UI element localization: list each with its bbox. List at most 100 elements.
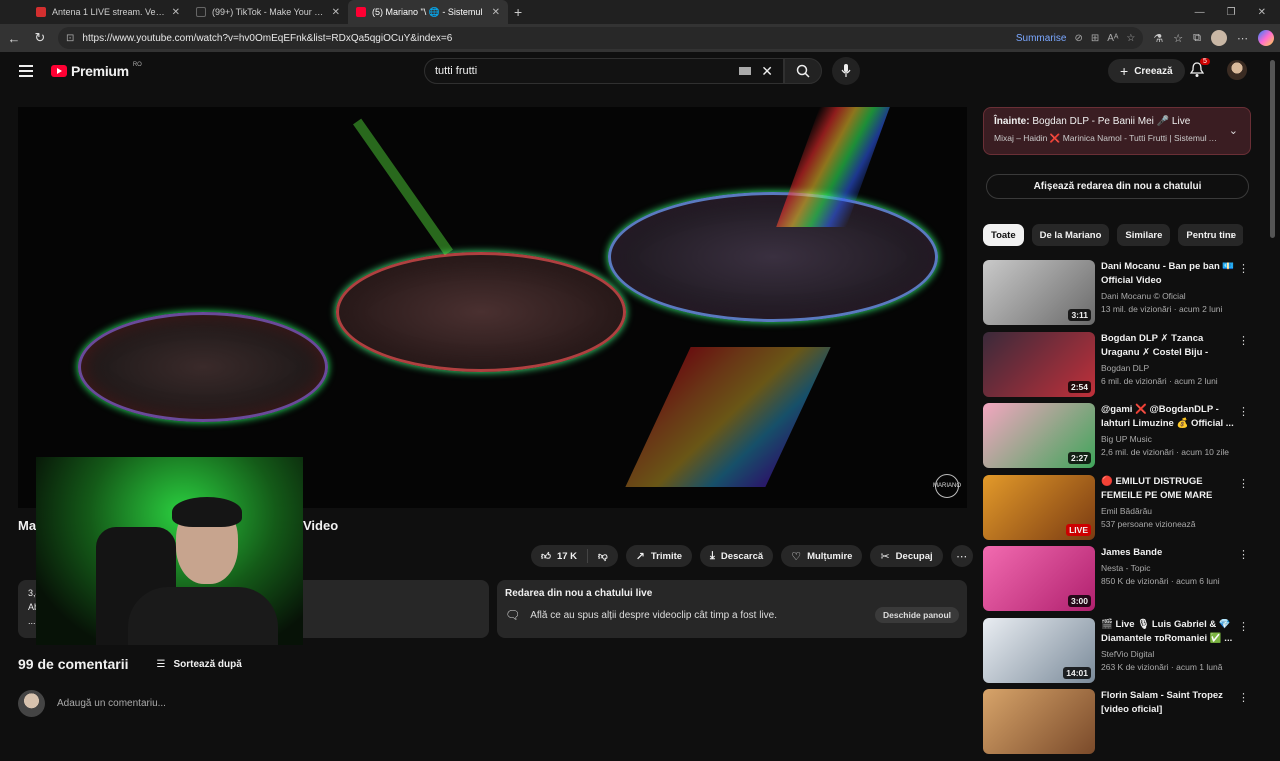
- like-button[interactable]: 👍︎ 17 K: [531, 549, 589, 563]
- video-thumbnail[interactable]: 2:54: [983, 331, 1095, 397]
- youtube-logo[interactable]: Premium RO: [51, 62, 142, 79]
- search-input[interactable]: tutti frutti ✕: [424, 58, 784, 84]
- create-button[interactable]: + Creează: [1108, 59, 1185, 83]
- recommendation-channel[interactable]: Bogdan DLP: [1101, 363, 1236, 373]
- back-icon[interactable]: ←: [6, 31, 22, 46]
- more-actions-button[interactable]: ⋯: [950, 545, 973, 567]
- video-player[interactable]: MARIANO: [18, 107, 967, 508]
- video-thumbnail[interactable]: 3:11: [983, 260, 1095, 325]
- video-thumbnail[interactable]: [983, 689, 1095, 754]
- chevron-down-icon[interactable]: ⌄: [1229, 124, 1238, 137]
- comment-count: 99 de comentarii: [18, 656, 129, 672]
- keyboard-icon[interactable]: [739, 67, 752, 75]
- recommendation-channel[interactable]: Big UP Music: [1101, 434, 1236, 444]
- browser-tab-0[interactable]: Antena 1 LIVE stream. Vezi online ✕: [28, 0, 188, 24]
- download-label: Descarcă: [720, 550, 764, 562]
- tab-close-icon[interactable]: ✕: [492, 7, 500, 18]
- collections-icon[interactable]: ⧉: [1193, 32, 1201, 45]
- thanks-button[interactable]: ♡ Mulțumire: [781, 545, 863, 567]
- youtube-header: Premium RO tutti frutti ✕ + Creează 5: [0, 52, 1280, 92]
- account-avatar[interactable]: [1227, 60, 1247, 80]
- sort-button[interactable]: ☰ Sortează după: [157, 659, 242, 670]
- recommendation-channel[interactable]: StefVio Digital: [1101, 649, 1236, 659]
- zoom-icon[interactable]: Aᴬ: [1107, 33, 1118, 44]
- browser-tab-2[interactable]: (5) Mariano "\ 🌐 - Sistemul ✕: [348, 0, 508, 24]
- chip-similar[interactable]: Similare: [1117, 224, 1171, 246]
- extensions-icon[interactable]: ⚗: [1153, 32, 1163, 45]
- share-button[interactable]: ↗ Trimite: [625, 545, 693, 567]
- channel-watermark[interactable]: MARIANO: [933, 474, 961, 498]
- more-options-icon[interactable]: ⋮: [1238, 405, 1249, 418]
- url-field[interactable]: ⊡ https://www.youtube.com/watch?v=hv0OmE…: [58, 27, 1144, 49]
- recommendations-list: 3:11 Dani Mocanu - Ban pe ban 💶 Official …: [983, 260, 1253, 761]
- add-comment-input[interactable]: Adaugă un comentariu...: [57, 698, 166, 709]
- recommendation-item[interactable]: 14:01 🎬 Live 🎙 Luis Gabriel & 💎 Diamantel…: [983, 617, 1253, 690]
- download-button[interactable]: ⤓ Descarcă: [700, 545, 774, 567]
- voice-search-button[interactable]: [832, 57, 860, 85]
- copilot-icon[interactable]: [1258, 30, 1274, 46]
- open-panel-button[interactable]: Deschide panoul: [874, 607, 959, 623]
- recommendation-meta: 537 persoane vizionează: [1101, 518, 1196, 529]
- favorite-star-icon[interactable]: ☆: [1126, 33, 1135, 44]
- recommendation-item[interactable]: 2:54 Bogdan DLP ✗ Tzanca Uraganu ✗ Costel…: [983, 331, 1253, 404]
- more-options-icon[interactable]: ⋮: [1238, 262, 1249, 275]
- show-chat-replay-button[interactable]: Afișează redarea din nou a chatului: [986, 174, 1249, 199]
- clear-search-icon[interactable]: ✕: [761, 63, 773, 80]
- recommendation-item[interactable]: 3:00 James Bande Nesta - Topic 850 K de viz…: [983, 546, 1253, 618]
- scrollbar[interactable]: [1270, 60, 1275, 238]
- description-box[interactable]: 3,4 Ab ...: [18, 580, 489, 638]
- tab-favicon-icon: [356, 7, 366, 17]
- recommendation-info: Bogdan DLP ✗ Tzanca Uraganu ✗ Costel Bij…: [1101, 332, 1236, 404]
- more-options-icon[interactable]: ⋮: [1238, 691, 1249, 704]
- playlist-up-next[interactable]: Înainte: Bogdan DLP - Pe Banii Mei 🎤 Liv…: [983, 107, 1251, 155]
- tab-close-icon[interactable]: ✕: [332, 7, 340, 18]
- chip-all[interactable]: Toate: [983, 224, 1024, 246]
- recommendation-channel[interactable]: Dani Mocanu © Oficial: [1101, 291, 1236, 301]
- recommendation-item[interactable]: Florin Salam - Saint Tropez [video ofici…: [983, 689, 1253, 761]
- youtube-play-icon: [51, 65, 67, 77]
- video-frame-light: [625, 347, 831, 487]
- reader-icon[interactable]: ⊘: [1074, 33, 1082, 44]
- maximize-icon[interactable]: ❐: [1227, 7, 1236, 18]
- clip-button[interactable]: ✂ Decupaj: [870, 545, 943, 567]
- close-window-icon[interactable]: ✕: [1258, 7, 1266, 18]
- menu-icon[interactable]: [19, 65, 33, 77]
- summarise-button[interactable]: Summarise: [1016, 33, 1067, 44]
- recommendation-channel[interactable]: Emil Bădărău: [1101, 506, 1236, 516]
- more-options-icon[interactable]: ⋮: [1238, 620, 1249, 633]
- video-thumbnail[interactable]: 14:01: [983, 617, 1095, 683]
- recommendation-item[interactable]: 2:27 @gami ❌ @BogdanDLP - Iahturi Limuzin…: [983, 403, 1253, 475]
- more-options-icon[interactable]: ⋮: [1238, 548, 1249, 561]
- more-options-icon[interactable]: ⋮: [1238, 477, 1249, 490]
- profile-icon[interactable]: [1211, 30, 1227, 46]
- logo-text: Premium: [71, 63, 129, 79]
- chip-from-mariano[interactable]: De la Mariano: [1031, 224, 1110, 246]
- tab-close-icon[interactable]: ✕: [172, 7, 180, 18]
- video-thumbnail[interactable]: 3:00: [983, 546, 1095, 611]
- chevron-right-icon[interactable]: ›: [1230, 228, 1234, 242]
- search-button[interactable]: [784, 58, 822, 84]
- reload-icon[interactable]: ↻: [32, 30, 48, 46]
- notifications-button[interactable]: 5: [1189, 58, 1210, 78]
- apps-icon[interactable]: ⊞: [1091, 33, 1099, 44]
- browser-tab-1[interactable]: (99+) TikTok - Make Your Day ✕: [188, 0, 348, 24]
- recommendation-item[interactable]: LIVE 🔴 EMILUT DISTRUGE FEMEILE PE OME MAR…: [983, 474, 1253, 547]
- video-thumbnail[interactable]: 2:27: [983, 403, 1095, 468]
- recommendation-channel[interactable]: Nesta - Topic: [1101, 563, 1236, 573]
- menu-dots-icon[interactable]: ⋯: [1237, 32, 1248, 45]
- more-dots-icon: ⋯: [956, 550, 968, 563]
- video-thumbnail[interactable]: LIVE: [983, 474, 1095, 540]
- dislike-button[interactable]: 👎︎: [588, 550, 618, 562]
- site-info-icon[interactable]: ⊡: [66, 33, 74, 44]
- create-label: Creează: [1134, 65, 1173, 77]
- minimize-icon[interactable]: —: [1195, 7, 1205, 18]
- new-tab-icon[interactable]: +: [514, 4, 522, 20]
- thanks-label: Mulțumire: [807, 550, 853, 562]
- recommendation-title: Florin Salam - Saint Tropez [video ofici…: [1101, 690, 1223, 715]
- recommendation-item[interactable]: 3:11 Dani Mocanu - Ban pe ban 💶 Official …: [983, 260, 1253, 332]
- favorites-icon[interactable]: ☆: [1173, 32, 1183, 45]
- duration-badge: 2:54: [1067, 380, 1091, 393]
- webcam-person-hair: [172, 497, 242, 527]
- recommendation-info: @gami ❌ @BogdanDLP - Iahturi Limuzine 💰 …: [1101, 403, 1236, 475]
- more-options-icon[interactable]: ⋮: [1238, 334, 1249, 347]
